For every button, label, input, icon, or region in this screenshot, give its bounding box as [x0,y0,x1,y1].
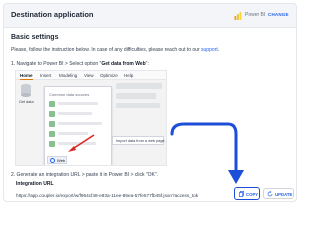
source-icon [49,111,55,117]
web-source-label: Web [57,158,66,163]
step-2-text: 2. Generate an integration URL > paste i… [11,172,159,178]
power-bi-icon [234,12,242,20]
step-1-text: 1. Navigate to Power BI > Select option … [11,61,149,67]
card-header: Destination application Power BI CHANGE [4,4,296,28]
source-icon [49,101,55,107]
dropdown-title: Common data sources [49,92,90,97]
ribbon-tab-help: Help [124,73,134,78]
integration-url-value: https://app.coupler.io/export/w/f964cf48… [16,193,199,198]
ribbon: Home Insert Modeling View Optimize Help [16,71,166,80]
update-label: UPDATE [275,192,293,197]
get-data-icon [21,84,31,97]
ribbon-tab-optimize: Optimize [100,73,118,78]
blurred-source-row [58,112,92,115]
copy-icon [239,191,244,197]
intro-end: . [217,47,220,53]
step-1-bold: Get data from Web [101,61,146,67]
red-arrow-icon [68,134,95,152]
web-tooltip: Import data from a web page. [112,136,166,145]
ribbon-tab-view: View [84,73,94,78]
change-button[interactable]: CHANGE [268,12,289,17]
blurred-ribbon-area [116,83,162,89]
section-title: Basic settings [11,34,59,41]
blurred-source-row [58,122,102,125]
get-data-dropdown: Common data sources Web [44,86,112,165]
get-data-label: Get data [19,100,34,104]
destination-app-name: Power BI [245,12,266,18]
intro-text: Please, follow the instruction below. In… [11,47,219,53]
header-title: Destination application [11,10,94,19]
source-icon [49,141,55,147]
source-icon [49,131,55,137]
power-bi-screenshot: Home Insert Modeling View Optimize Help … [15,70,167,166]
refresh-icon [267,191,273,197]
blurred-source-row [58,102,98,105]
update-button[interactable]: UPDATE [263,188,294,199]
step-1-prefix: 1. Navigate to Power BI > Select option … [11,61,102,67]
ribbon-tab-home: Home [20,73,33,80]
blue-arrow-icon [170,122,244,184]
source-icon [49,121,55,127]
ribbon-tab-modeling: Modeling [59,73,78,78]
globe-icon [50,158,55,163]
intro-body: Please, follow the instruction below. In… [11,47,202,53]
copy-button[interactable]: COPY [234,187,260,200]
blurred-ribbon-area [116,103,160,108]
ribbon-tab-insert: Insert [40,73,52,78]
blurred-ribbon-area [116,93,156,99]
web-source-item: Web [47,156,67,164]
copy-label: COPY [246,191,259,197]
support-link[interactable]: support [201,47,218,53]
destination-card: Destination application Power BI CHANGE … [3,3,297,202]
integration-url-label: Integration URL [16,181,54,187]
tooltip-text: Import data from a web page. [116,139,166,143]
step-1-suffix: ": [145,61,149,67]
